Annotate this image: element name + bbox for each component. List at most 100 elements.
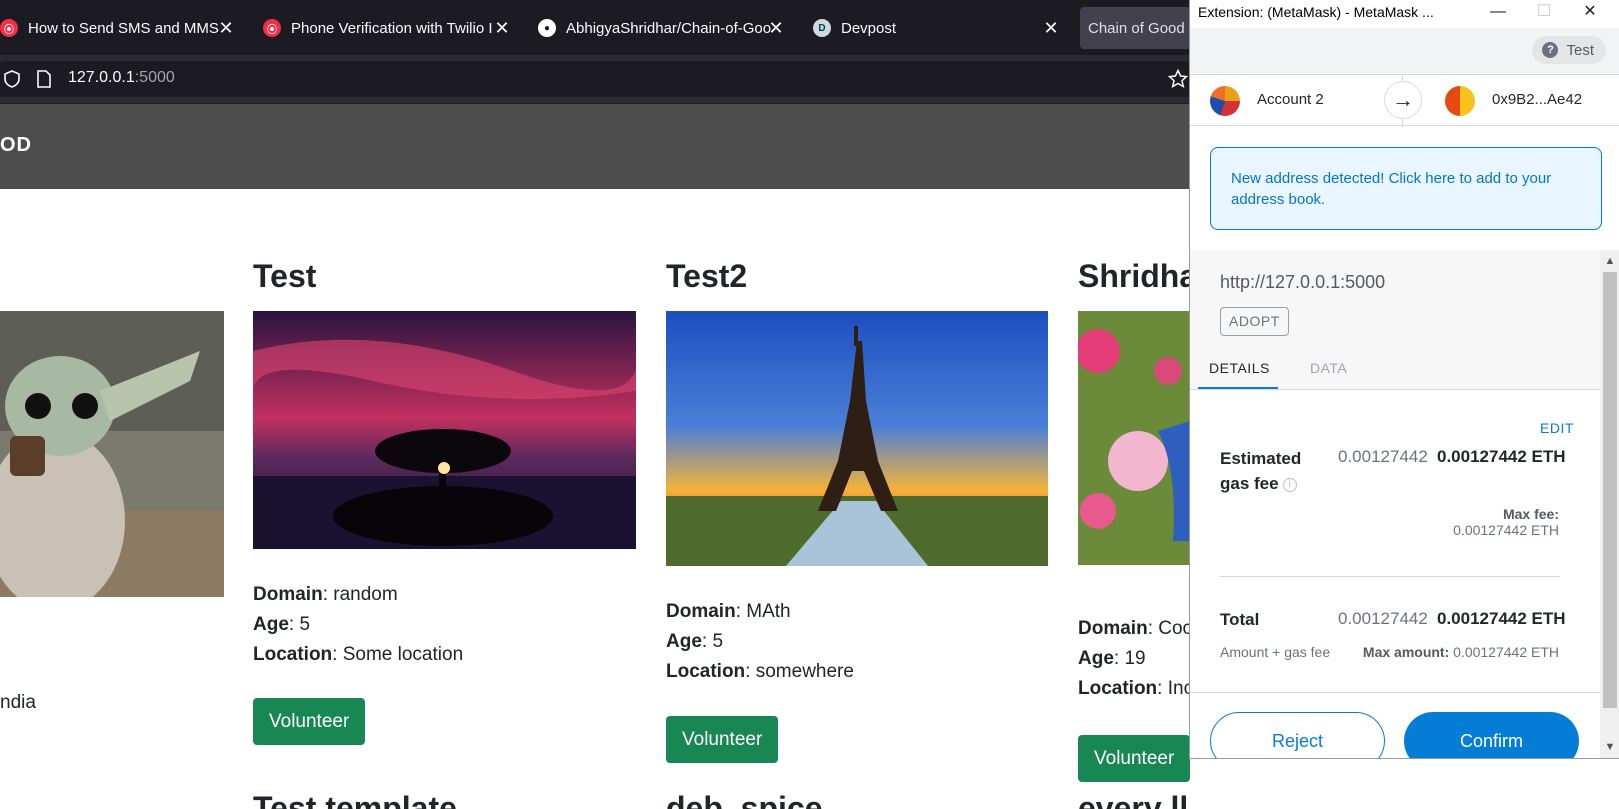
maximize-icon: ☐ [1536, 3, 1552, 20]
method-badge: ADOPT [1220, 307, 1289, 336]
origin-section: http://127.0.0.1:5000 ADOPT [1190, 250, 1600, 348]
network-name: Test [1566, 41, 1594, 59]
location-value: : somewhere [745, 661, 854, 682]
card-image [0, 311, 224, 597]
scroll-down-icon[interactable]: ▼ [1600, 738, 1619, 756]
max-fee: Max fee: 0.00127442 ETH [1453, 506, 1559, 538]
origin-url: http://127.0.0.1:5000 [1220, 272, 1386, 292]
total-primary: 0.00127442 ETH [1437, 609, 1566, 628]
close-tab-icon[interactable]: ✕ [216, 18, 236, 38]
url-port: :5000 [134, 69, 175, 86]
card-title: Test template [253, 790, 457, 809]
volunteer-button[interactable]: Volunteer [666, 716, 779, 763]
card-location: Location: Inc [1078, 674, 1193, 704]
age-value: : 19 [1113, 648, 1146, 669]
scroll-thumb[interactable] [1603, 272, 1617, 708]
browser-tab[interactable]: ● AbhigyaShridhar/Chain-of-Goo ✕ [538, 7, 786, 49]
close-tab-icon[interactable]: ✕ [766, 18, 786, 38]
address-bar[interactable]: 127.0.0.1:5000 [0, 61, 1192, 97]
devpost-icon: D [813, 19, 831, 37]
card-title: Test2 [666, 258, 748, 294]
window-titlebar: Extension: (MetaMask) - MetaMask ... — ☐… [1190, 0, 1619, 26]
edit-gas-link[interactable]: EDIT [1540, 420, 1574, 436]
twilio-icon: ⦿ [0, 19, 18, 37]
recipient-address[interactable]: 0x9B2...Ae42 [1492, 91, 1582, 108]
gas-fee-secondary: 0.00127442 [1338, 447, 1428, 466]
domain-label: Domain [666, 601, 736, 622]
help-icon: ? [1542, 42, 1559, 58]
tab-title: How to Send SMS and MMS M [28, 19, 224, 37]
page-icon [37, 70, 51, 88]
scrollbar[interactable]: ▲ ▼ [1600, 250, 1619, 758]
minimize-icon[interactable]: — [1475, 0, 1521, 26]
active-tab-indicator [1198, 387, 1278, 389]
confirm-button[interactable]: Confirm [1404, 712, 1579, 758]
volunteer-button[interactable]: Volunteer [253, 698, 366, 745]
github-icon: ● [538, 19, 556, 37]
card-details: Domain: random Age: 5 Location: Some loc… [253, 580, 463, 670]
gas-fee-primary: 0.00127442 ETH [1437, 447, 1566, 466]
card-details: Domain: Coc Age: 19 Location: Inc [1078, 614, 1193, 704]
max-amount-label: Max amount: [1362, 644, 1450, 660]
age-label: Age [1078, 648, 1114, 669]
separator-line [1402, 119, 1403, 127]
recipient-avatar [1445, 86, 1475, 116]
sender-recipient-row: Account 2 → 0x9B2...Ae42 [1190, 74, 1619, 127]
browser-tab[interactable]: ⦿ How to Send SMS and MMS M ✕ [0, 7, 236, 49]
tab-details[interactable]: DETAILS [1209, 360, 1270, 376]
browser-tab[interactable]: ⦿ Phone Verification with Twilio I ✕ [263, 7, 512, 49]
card-title: deb. spice [666, 790, 823, 809]
location-label: Location [666, 661, 746, 682]
total-label: Total [1220, 610, 1260, 629]
metamask-window: Extension: (MetaMask) - MetaMask ... — ☐… [1189, 0, 1619, 759]
close-tab-icon[interactable]: ✕ [1041, 18, 1061, 38]
browser-tab[interactable]: D Devpost ✕ [813, 7, 1061, 49]
new-address-alert[interactable]: New address detected! Click here to add … [1210, 147, 1602, 230]
footer-divider [1190, 692, 1600, 693]
domain-label: Domain [1078, 618, 1148, 639]
arrow-right-icon: → [1384, 81, 1422, 119]
tab-title: Phone Verification with Twilio I [291, 19, 493, 37]
shield-icon[interactable] [3, 70, 21, 88]
age-value: : 5 [701, 631, 724, 652]
card-domain: Domain: MAth [666, 597, 854, 627]
card-age: Age: 5 [666, 627, 854, 657]
sender-account[interactable]: Account 2 [1257, 91, 1324, 108]
info-icon[interactable]: i [1282, 477, 1297, 492]
age-value: : 5 [288, 614, 311, 635]
domain-value: : MAth [735, 601, 791, 622]
domain-label: Domain [253, 584, 323, 605]
network-selector[interactable]: ? Test [1532, 36, 1606, 64]
card-domain: Domain: Coc [1078, 614, 1193, 644]
tab-data[interactable]: DATA [1310, 360, 1347, 376]
card-age: Age: 19 [1078, 644, 1193, 674]
tab-title: AbhigyaShridhar/Chain-of-Goo [566, 19, 772, 37]
card-title: Shridha [1078, 258, 1198, 294]
card-location: ndia [0, 692, 36, 713]
browser-tab-active[interactable]: Chain of Good [1080, 7, 1200, 49]
domain-value: : Coc [1147, 618, 1193, 639]
max-amount-value: 0.00127442 ETH [1453, 644, 1559, 660]
section-divider [1220, 576, 1560, 577]
url-text: 127.0.0.1:5000 [68, 69, 175, 87]
location-value: : Some location [332, 644, 464, 665]
bookmark-star-icon[interactable] [1168, 69, 1188, 89]
card-location: Location: Some location [253, 640, 463, 670]
location-label: Location [1078, 678, 1158, 699]
gas-fee-label: Estimated gas fee i [1220, 446, 1330, 496]
tab-title: Devpost [841, 19, 897, 37]
reject-button[interactable]: Reject [1210, 712, 1385, 758]
site-navbar: OD [0, 104, 1190, 189]
tree-sunset-image [253, 311, 636, 549]
twilio-icon: ⦿ [263, 19, 281, 37]
close-tab-icon[interactable]: ✕ [492, 18, 512, 38]
total-secondary: 0.00127442 [1338, 609, 1428, 628]
card-details: Domain: MAth Age: 5 Location: somewhere [666, 597, 854, 687]
scroll-up-icon[interactable]: ▲ [1600, 252, 1619, 270]
max-fee-value: 0.00127442 ETH [1453, 522, 1559, 538]
close-icon[interactable]: ✕ [1567, 0, 1613, 26]
tab-title: Chain of Good [1088, 19, 1185, 37]
flower-bird-image [1078, 311, 1190, 565]
site-brand[interactable]: OD [0, 134, 32, 157]
volunteer-button[interactable]: Volunteer [1078, 735, 1191, 782]
